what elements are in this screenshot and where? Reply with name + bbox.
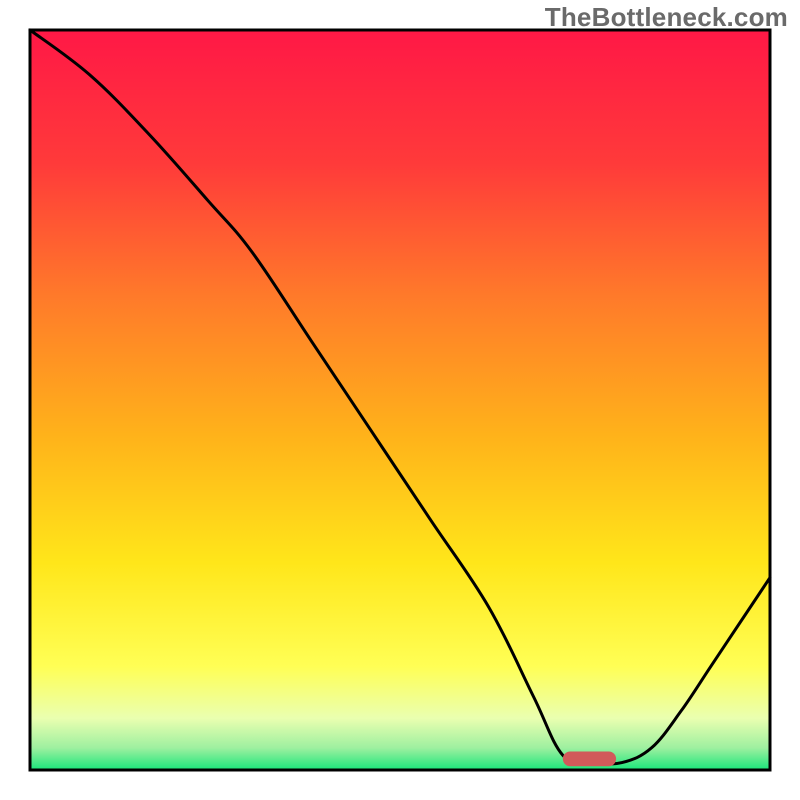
optimal-range-marker <box>563 752 616 767</box>
chart-stage: { "watermark": "TheBottleneck.com", "gra… <box>0 0 800 800</box>
gradient-background <box>30 30 770 770</box>
bottleneck-chart <box>0 0 800 800</box>
